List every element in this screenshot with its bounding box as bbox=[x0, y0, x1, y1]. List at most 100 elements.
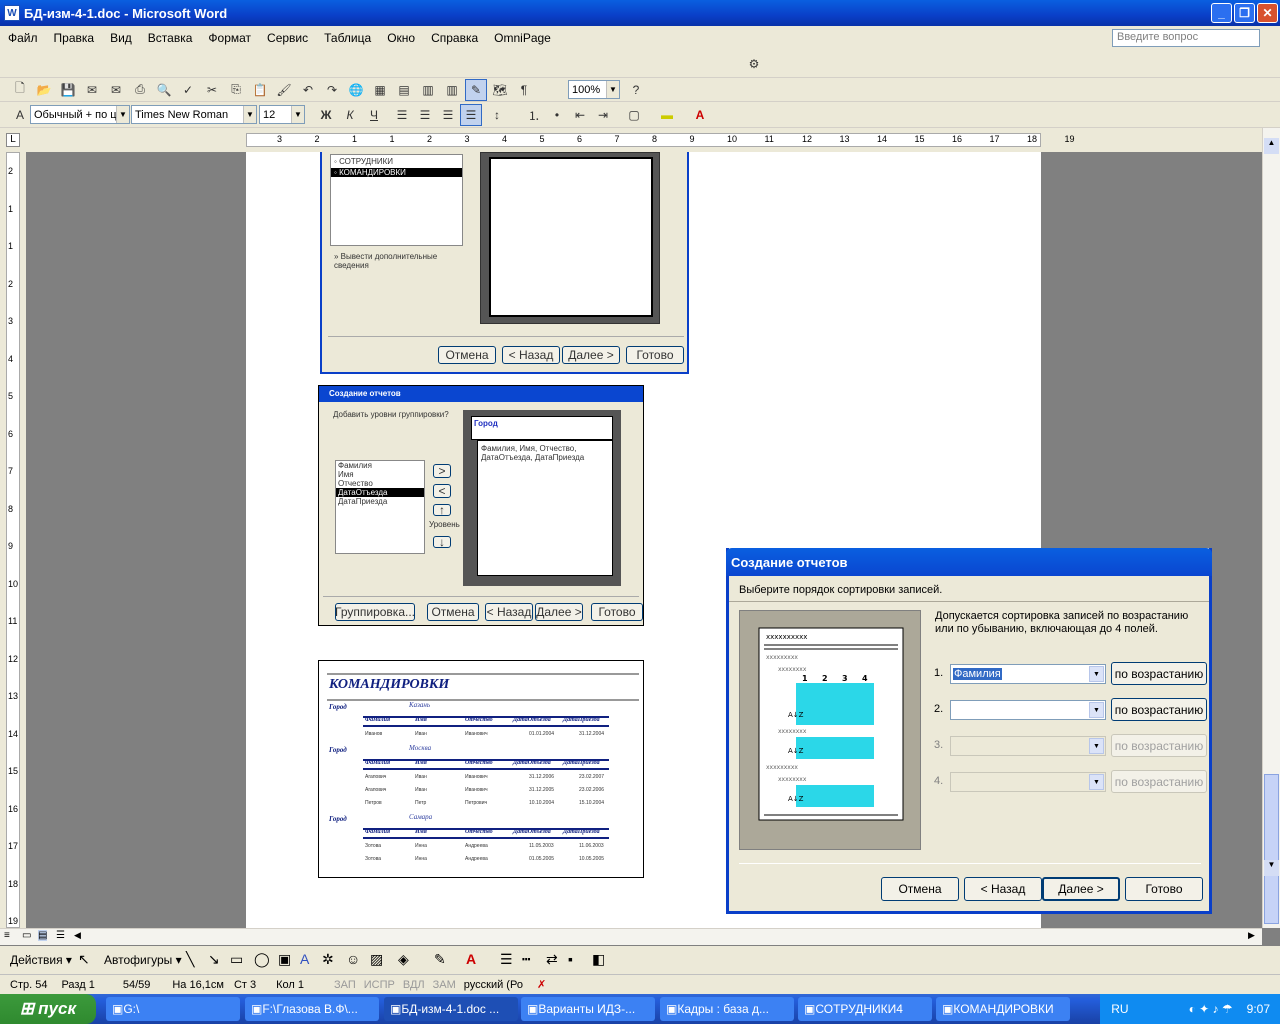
font-size-select[interactable]: 12 ▼ bbox=[259, 105, 305, 124]
bold-icon[interactable]: Ж bbox=[315, 104, 337, 126]
sort-field-select-1[interactable]: Фамилия ▼ bbox=[950, 664, 1106, 684]
increase-indent-icon[interactable]: ⇥ bbox=[592, 104, 614, 126]
sort-order-button-2[interactable]: по возрастанию bbox=[1111, 698, 1207, 721]
line-spacing-icon[interactable]: ↕ bbox=[486, 104, 508, 126]
styles-icon[interactable]: A bbox=[9, 104, 31, 126]
normal-view-icon[interactable]: ≡ bbox=[4, 930, 10, 941]
insert-table-icon[interactable]: ▤ bbox=[393, 79, 415, 101]
menu-item[interactable]: Вид bbox=[102, 31, 140, 45]
copy-icon[interactable]: ⎘ bbox=[225, 79, 247, 101]
format-painter-icon[interactable]: 🖌 bbox=[273, 79, 295, 101]
line-color-icon[interactable]: ✎ bbox=[434, 951, 446, 968]
dash-style-icon[interactable]: ┅ bbox=[522, 951, 530, 968]
font-select[interactable]: Times New Roman ▼ bbox=[131, 105, 257, 124]
vertical-ruler[interactable]: 21123456789101112131415161718192021 bbox=[0, 152, 26, 1001]
start-button[interactable]: ⊞ пуск bbox=[0, 994, 96, 1024]
menu-item[interactable]: Таблица bbox=[316, 31, 379, 45]
menu-item[interactable]: Справка bbox=[423, 31, 486, 45]
redo-icon[interactable]: ↷ bbox=[321, 79, 343, 101]
horizontal-ruler[interactable]: L 3 2 1 1 2 3 4 5 6 7 8 9 10 11 12 13 14 15 16 17 18 19 bbox=[0, 128, 1280, 152]
email-icon[interactable]: ✉ bbox=[105, 79, 127, 101]
numbering-icon[interactable]: ⒈ bbox=[523, 104, 545, 126]
menu-item[interactable]: Правка bbox=[46, 31, 103, 45]
taskbar-button[interactable]: ▣ Кадры : база д... bbox=[660, 997, 794, 1021]
cancel-button[interactable]: Отмена bbox=[881, 877, 959, 901]
cut-icon[interactable]: ✂ bbox=[201, 79, 223, 101]
undo-icon[interactable]: ↶ bbox=[297, 79, 319, 101]
save-icon[interactable]: 💾 bbox=[57, 79, 79, 101]
clipart-icon[interactable]: ☺ bbox=[346, 951, 360, 967]
taskbar-button[interactable]: ▣ БД-изм-4-1.doc ... bbox=[384, 997, 518, 1021]
columns-icon[interactable]: ▥ bbox=[441, 79, 463, 101]
new-icon[interactable]: 🗋 bbox=[9, 79, 31, 101]
horizontal-scrollbar[interactable]: ≡ ▭ ▤ ☰ ◀ ▶ bbox=[0, 928, 1262, 945]
zoom-select[interactable]: 100% ▼ bbox=[568, 80, 620, 99]
chevron-down-icon[interactable]: ▼ bbox=[1089, 738, 1104, 754]
line-style-icon[interactable]: ☰ bbox=[500, 951, 513, 968]
hyperlink-icon[interactable]: 🌐 bbox=[345, 79, 367, 101]
menu-item[interactable]: Формат bbox=[200, 31, 259, 45]
rectangle-icon[interactable]: ▭ bbox=[230, 951, 243, 968]
back-button[interactable]: < Назад bbox=[964, 877, 1042, 901]
scroll-up-icon[interactable]: ▲ bbox=[1264, 138, 1279, 154]
borders-icon[interactable]: ▢ bbox=[623, 104, 645, 126]
chevron-down-icon[interactable]: ▼ bbox=[1089, 666, 1104, 682]
taskbar-button[interactable]: ▣ F:\Глазова В.Ф\... bbox=[245, 997, 379, 1021]
toolbar-options-icon[interactable]: ⚙ bbox=[743, 53, 765, 75]
scroll-down-icon[interactable]: ▼ bbox=[1264, 860, 1279, 876]
highlight-icon[interactable]: ▬ bbox=[656, 104, 678, 126]
spelling-icon[interactable]: ✓ bbox=[177, 79, 199, 101]
decrease-indent-icon[interactable]: ⇤ bbox=[569, 104, 591, 126]
bullets-icon[interactable]: • bbox=[546, 104, 568, 126]
chevron-down-icon[interactable]: ▼ bbox=[1089, 774, 1104, 790]
taskbar-button[interactable]: ▣ Варианты ИДЗ-... bbox=[521, 997, 655, 1021]
show-formatting-icon[interactable]: ¶ bbox=[513, 79, 535, 101]
tables-borders-icon[interactable]: ▦ bbox=[369, 79, 391, 101]
menu-item[interactable]: Окно bbox=[379, 31, 423, 45]
select-objects-icon[interactable]: ↖ bbox=[78, 951, 90, 968]
underline-icon[interactable]: Ч bbox=[363, 104, 385, 126]
insert-excel-icon[interactable]: ▥ bbox=[417, 79, 439, 101]
print-preview-icon[interactable]: 🔍 bbox=[153, 79, 175, 101]
sort-field-select-2[interactable]: ▼ bbox=[950, 700, 1106, 720]
font-color-icon[interactable]: A bbox=[689, 104, 711, 126]
maximize-button[interactable]: ❐ bbox=[1234, 3, 1255, 23]
arrow-icon[interactable]: ↘ bbox=[208, 951, 220, 968]
chevron-down-icon[interactable]: ▼ bbox=[1089, 702, 1104, 718]
menu-item[interactable]: OmniPage bbox=[486, 31, 559, 45]
print-icon[interactable]: ⎙ bbox=[129, 79, 151, 101]
permission-icon[interactable]: ✉ bbox=[81, 79, 103, 101]
taskbar-button[interactable]: ▣ G:\ bbox=[106, 997, 240, 1021]
diagram-icon[interactable]: ✲ bbox=[322, 951, 334, 968]
next-button[interactable]: Далее > bbox=[1042, 877, 1120, 901]
menu-item[interactable]: Сервис bbox=[259, 31, 316, 45]
actions-menu[interactable]: Действия ▾ bbox=[10, 953, 72, 967]
taskbar-button[interactable]: ▣ СОТРУДНИКИ4 bbox=[798, 997, 932, 1021]
sort-order-button-1[interactable]: по возрастанию bbox=[1111, 662, 1207, 685]
style-select[interactable]: Обычный + по ц ▼ bbox=[30, 105, 130, 124]
wordart-icon[interactable]: A bbox=[300, 951, 309, 967]
align-center-icon[interactable]: ☰ bbox=[414, 104, 436, 126]
picture-icon[interactable]: ▨ bbox=[370, 951, 383, 968]
tab-selector-icon[interactable]: L bbox=[6, 133, 20, 147]
fill-color-icon[interactable]: ◈ bbox=[398, 951, 409, 968]
drawing-icon[interactable]: ✎ bbox=[465, 78, 487, 101]
align-left-icon[interactable]: ☰ bbox=[391, 104, 413, 126]
shadow-icon[interactable]: ▪ bbox=[568, 951, 573, 967]
line-icon[interactable]: ╲ bbox=[186, 951, 194, 968]
help-icon[interactable]: ? bbox=[625, 79, 647, 101]
taskbar-button[interactable]: ▣ КОМАНДИРОВКИ bbox=[936, 997, 1070, 1021]
scroll-left-icon[interactable]: ◀ bbox=[74, 930, 81, 941]
document-map-icon[interactable]: 🗺 bbox=[489, 79, 511, 101]
draw-font-color-icon[interactable]: A bbox=[466, 951, 476, 967]
scroll-thumb[interactable] bbox=[1264, 774, 1279, 924]
paste-icon[interactable]: 📋 bbox=[249, 79, 271, 101]
finish-button[interactable]: Готово bbox=[1125, 877, 1203, 901]
italic-icon[interactable]: К bbox=[339, 104, 361, 126]
menu-item[interactable]: Вставка bbox=[140, 31, 201, 45]
web-view-icon[interactable]: ▭ bbox=[22, 930, 31, 941]
minimize-button[interactable]: _ bbox=[1211, 3, 1232, 23]
oval-icon[interactable]: ◯ bbox=[254, 951, 270, 968]
justify-icon[interactable]: ☰ bbox=[460, 104, 482, 126]
menu-item[interactable]: Файл bbox=[0, 31, 46, 45]
